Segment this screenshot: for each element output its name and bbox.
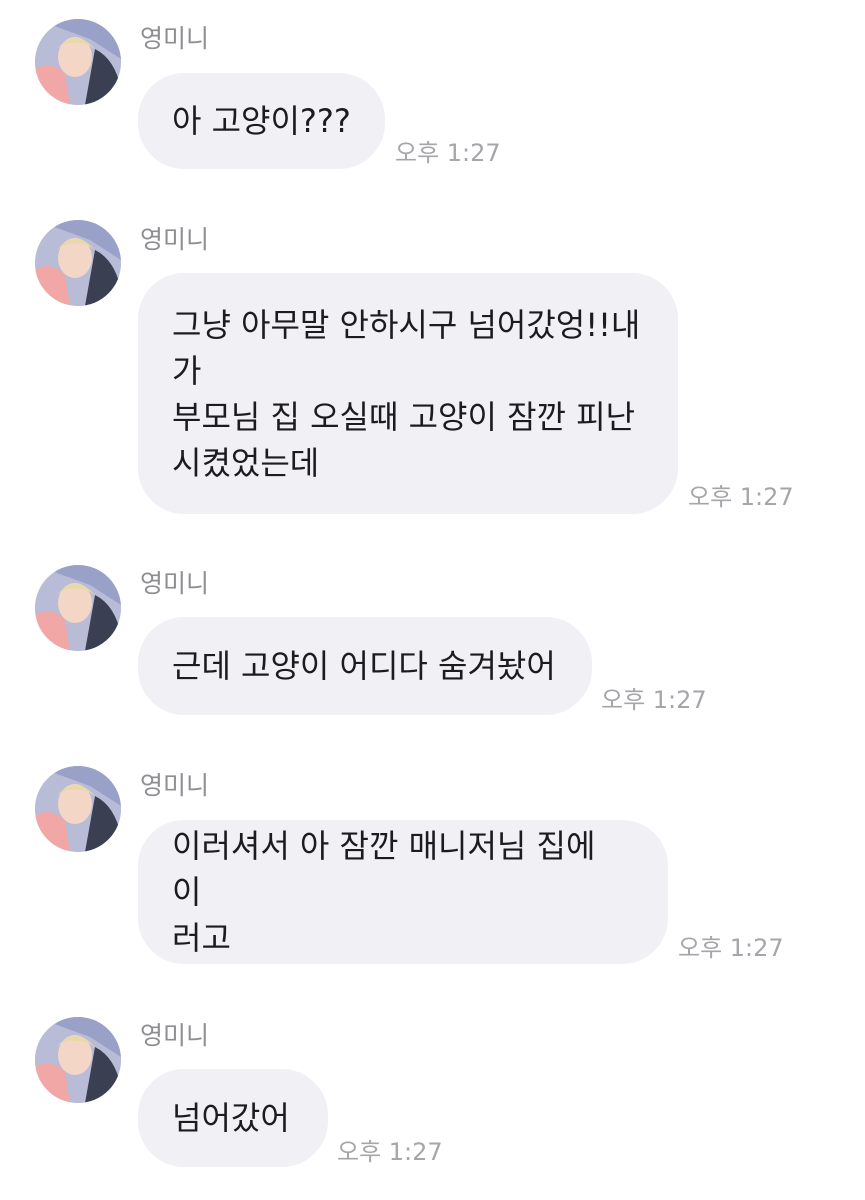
avatar-photo (35, 565, 121, 651)
sender-name: 영미니 (140, 24, 210, 53)
message-bubble[interactable]: 아 고양이??? (138, 73, 385, 169)
message-timestamp: 오후 1:27 (678, 934, 784, 962)
message-timestamp: 오후 1:27 (395, 139, 501, 167)
message-timestamp: 오후 1:27 (337, 1138, 443, 1166)
message-text: 이러셔서 아 잠깐 매니저님 집에 이 러고 (172, 827, 596, 957)
avatar[interactable] (35, 565, 121, 651)
avatar-photo (35, 1017, 121, 1103)
avatar-photo (35, 766, 121, 852)
message-text: 아 고양이??? (172, 102, 351, 140)
avatar-photo (35, 19, 121, 105)
sender-name: 영미니 (140, 225, 210, 254)
avatar[interactable] (35, 766, 121, 852)
avatar[interactable] (35, 19, 121, 105)
avatar[interactable] (35, 1017, 121, 1103)
sender-name: 영미니 (140, 771, 210, 800)
message-text: 근데 고양이 어디다 숨겨놨어 (172, 647, 556, 685)
message-timestamp: 오후 1:27 (601, 686, 707, 714)
message-bubble[interactable]: 이러셔서 아 잠깐 매니저님 집에 이 러고 (138, 820, 668, 964)
avatar[interactable] (35, 220, 121, 306)
message-bubble[interactable]: 그냥 아무말 안하시구 넘어갔엉!!내 가 부모님 집 오실때 고양이 잠깐 피… (138, 273, 678, 514)
message-text: 그냥 아무말 안하시구 넘어갔엉!!내 가 부모님 집 오실때 고양이 잠깐 피… (172, 305, 641, 482)
sender-name: 영미니 (140, 1021, 210, 1050)
message-bubble[interactable]: 근데 고양이 어디다 숨겨놨어 (138, 617, 592, 715)
message-bubble[interactable]: 넘어갔어 (138, 1069, 328, 1167)
sender-name: 영미니 (140, 569, 210, 598)
message-text: 넘어갔어 (172, 1099, 290, 1137)
avatar-photo (35, 220, 121, 306)
message-timestamp: 오후 1:27 (688, 483, 794, 511)
